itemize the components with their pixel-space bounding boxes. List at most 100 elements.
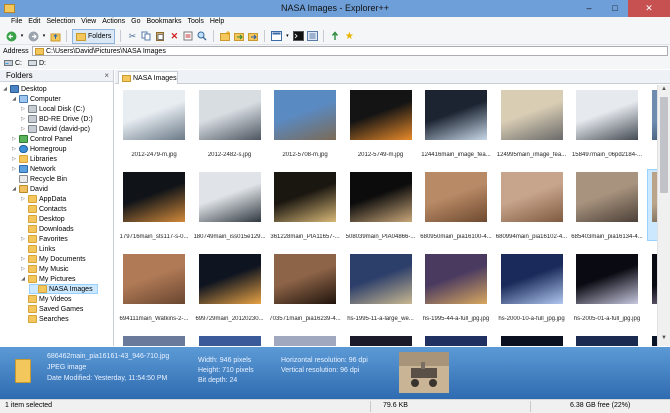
add-bookmark-icon[interactable] xyxy=(329,30,341,42)
file-thumbnail[interactable]: hs-2... xyxy=(646,254,657,334)
file-thumbnail[interactable]: 2012-2482-s.jpg xyxy=(193,90,267,170)
file-thumbnail[interactable] xyxy=(344,336,418,346)
tree-item-computer[interactable]: ◢ Computer xyxy=(11,94,61,104)
file-thumbnail[interactable]: 703571main_pia16239-4... xyxy=(268,254,342,334)
expander-icon[interactable]: ◢ xyxy=(20,276,26,282)
menu-selection[interactable]: Selection xyxy=(43,17,78,28)
views-icon[interactable] xyxy=(270,30,282,42)
menu-go[interactable]: Go xyxy=(128,17,143,28)
expander-icon[interactable]: ▷ xyxy=(20,236,26,242)
file-thumbnail[interactable]: 508039main_PIA04866-... xyxy=(344,172,418,252)
address-input[interactable]: C:\Users\David\Pictures\NASA Images xyxy=(32,46,668,56)
minimize-button[interactable]: – xyxy=(576,0,602,17)
file-thumbnail[interactable]: 124416main_image_fea... xyxy=(419,90,493,170)
file-thumbnail[interactable]: 68646... xyxy=(646,169,657,252)
new-folder-icon[interactable] xyxy=(219,30,231,42)
tree-item-nasa-images[interactable]: NASA Images xyxy=(29,284,98,294)
tab-nasa-images[interactable]: NASA Images xyxy=(118,71,178,84)
back-dropdown-icon[interactable]: ▾ xyxy=(19,30,25,42)
tree-item-my-music[interactable]: ▷ My Music xyxy=(20,264,69,274)
tree-item-david[interactable]: ◢ David xyxy=(11,184,48,194)
forward-dropdown-icon[interactable]: ▾ xyxy=(41,30,47,42)
forward-icon[interactable] xyxy=(27,30,39,42)
back-icon[interactable] xyxy=(5,30,17,42)
tree-item-homegroup[interactable]: ▷ Homegroup xyxy=(11,144,67,154)
menu-edit[interactable]: Edit xyxy=(25,17,43,28)
file-thumbnail[interactable]: 361228main_PIA11657-... xyxy=(268,172,342,252)
tree-item-david-david-pc[interactable]: ▷ David (david-pc) xyxy=(20,124,90,134)
file-thumbnail[interactable]: hs-1995-11-a-large_we... xyxy=(344,254,418,334)
tree-item-local-disk-c[interactable]: ▷ Local Disk (C:) xyxy=(20,104,85,114)
file-thumbnail[interactable]: 694111main_Watkins-2-... xyxy=(117,254,191,334)
file-thumbnail[interactable] xyxy=(193,336,267,346)
file-thumbnail[interactable]: 2012-2479-m.jpg xyxy=(117,90,191,170)
file-thumbnail[interactable] xyxy=(419,336,493,346)
refresh-icon[interactable] xyxy=(306,30,318,42)
file-thumbnail[interactable] xyxy=(268,336,342,346)
file-thumbnail[interactable] xyxy=(495,336,569,346)
file-thumbnail[interactable]: 2012-5749-m.jpg xyxy=(344,90,418,170)
search-icon[interactable] xyxy=(196,30,208,42)
drive-c-button[interactable]: C: xyxy=(4,59,22,67)
copy-to-folder-icon[interactable] xyxy=(233,30,245,42)
expander-icon[interactable]: ▷ xyxy=(11,166,17,172)
expander-icon[interactable]: ▷ xyxy=(20,266,26,272)
scrollbar-thumb[interactable] xyxy=(660,97,668,193)
bookmarks-star-icon[interactable]: ★ xyxy=(343,30,355,42)
tree-item-my-videos[interactable]: My Videos xyxy=(20,294,72,304)
menu-view[interactable]: View xyxy=(78,17,99,28)
command-prompt-icon[interactable] xyxy=(292,30,304,42)
paste-icon[interactable] xyxy=(154,30,166,42)
tree-item-favorites[interactable]: ▷ Favorites xyxy=(20,234,68,244)
tree-item-desktop[interactable]: ◢ Desktop xyxy=(2,84,47,94)
file-thumbnail[interactable]: 685403main_pia16134-4... xyxy=(570,172,644,252)
file-thumbnail[interactable] xyxy=(117,336,191,346)
expander-icon[interactable]: ▷ xyxy=(11,146,17,152)
tree-item-my-documents[interactable]: ▷ My Documents xyxy=(20,254,86,264)
file-thumbnail[interactable]: hs-2005-01-a-full_jpg.jpg xyxy=(570,254,644,334)
tree-item-contacts[interactable]: Contacts xyxy=(20,204,67,214)
tree-item-bd-re-drive-d[interactable]: ▷ BD-RE Drive (D:) xyxy=(20,114,93,124)
file-thumbnail[interactable]: 124995main_image_fea... xyxy=(495,90,569,170)
close-icon[interactable]: × xyxy=(104,71,109,80)
tree-item-appdata[interactable]: ▷ AppData xyxy=(20,194,66,204)
close-button[interactable]: ✕ xyxy=(628,0,670,17)
file-thumbnail[interactable] xyxy=(646,336,657,346)
expander-icon[interactable]: ▷ xyxy=(11,136,17,142)
folders-toggle-button[interactable]: Folders xyxy=(72,28,116,44)
tree-item-control-panel[interactable]: ▷ Control Panel xyxy=(11,134,72,144)
maximize-button[interactable]: □ xyxy=(602,0,628,17)
expander-icon[interactable]: ◢ xyxy=(2,86,8,92)
tree-item-my-pictures[interactable]: ◢ My Pictures xyxy=(20,274,76,284)
menu-bookmarks[interactable]: Bookmarks xyxy=(144,17,185,28)
file-thumbnail[interactable]: 2012-5708-m.jpg xyxy=(268,90,342,170)
expander-icon[interactable]: ◢ xyxy=(11,96,17,102)
file-thumbnail[interactable]: 699729main_20120230... xyxy=(193,254,267,334)
tree-item-libraries[interactable]: ▷ Libraries xyxy=(11,154,57,164)
file-thumbnail[interactable] xyxy=(570,336,644,346)
properties-icon[interactable] xyxy=(182,30,194,42)
file-thumbnail[interactable]: hs-2000-10-a-full_jpg.jpg xyxy=(495,254,569,334)
tree-item-searches[interactable]: Searches xyxy=(20,314,69,324)
expander-icon[interactable]: ▷ xyxy=(20,196,26,202)
tree-item-downloads[interactable]: Downloads xyxy=(20,224,74,234)
file-thumbnail[interactable]: 680950main_pia16100-4... xyxy=(419,172,493,252)
menu-file[interactable]: File xyxy=(8,17,25,28)
vertical-scrollbar[interactable]: ▲ ▼ xyxy=(657,85,670,346)
file-thumbnail[interactable]: 158497main_06pd2184-... xyxy=(570,90,644,170)
tree-item-desktop[interactable]: Desktop xyxy=(20,214,65,224)
menu-tools[interactable]: Tools xyxy=(185,17,207,28)
expander-icon[interactable]: ▷ xyxy=(20,116,26,122)
tree-item-links[interactable]: Links xyxy=(20,244,55,254)
expander-icon[interactable]: ◢ xyxy=(11,186,17,192)
expander-icon[interactable]: ▷ xyxy=(20,126,26,132)
copy-icon[interactable] xyxy=(140,30,152,42)
expander-icon[interactable]: ▷ xyxy=(20,256,26,262)
file-thumbnail[interactable]: 179716main_sts117-s-0... xyxy=(117,172,191,252)
views-dropdown-icon[interactable]: ▾ xyxy=(284,30,290,42)
delete-icon[interactable]: ✕ xyxy=(168,30,180,42)
cut-icon[interactable]: ✂ xyxy=(126,30,138,42)
scroll-down-icon[interactable]: ▼ xyxy=(658,335,670,345)
up-folder-icon[interactable] xyxy=(49,30,61,42)
file-list-view[interactable]: 2012-2479-m.jpg 2012-2482-s.jpg 2012-5708-… xyxy=(115,85,657,346)
